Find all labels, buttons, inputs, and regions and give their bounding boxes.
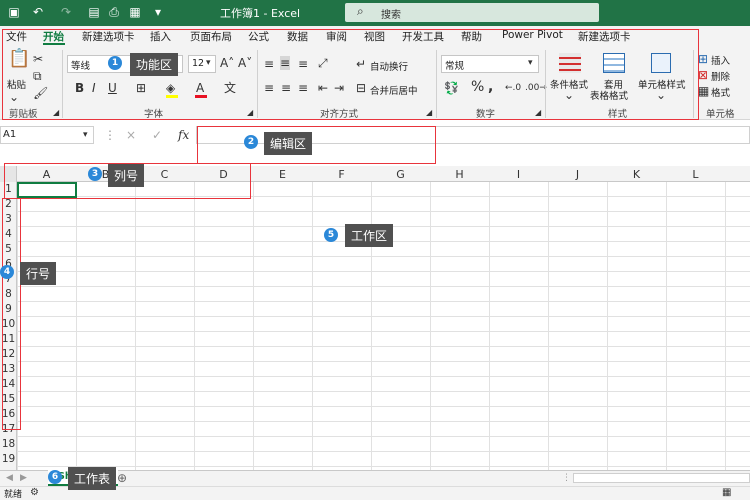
next-sheet-icon[interactable]: ▶ [20,471,27,485]
cancel-icon[interactable]: × [126,128,136,142]
insert-function-icon[interactable]: fx [178,128,189,142]
window-title: 工作簿1 - Excel [220,7,301,20]
column-header[interactable]: E [253,168,312,181]
edit-area-highlight [197,126,436,164]
delete-cells-icon[interactable]: ⊠ [698,68,708,82]
annotation-label-ribbon: 功能区 [130,53,179,76]
name-box-value: A1 [3,129,17,140]
chevron-down-icon: ▾ [83,130,88,140]
insert-cells-icon[interactable]: ⊞ [698,52,708,66]
annotation-badge-1: 1 [108,56,122,70]
column-header[interactable]: L [666,168,725,181]
annotation-badge-3: 3 [88,167,102,181]
annotation-label-column: 列号 [108,164,145,187]
column-header[interactable]: G [371,168,430,181]
column-header[interactable]: J [548,168,607,181]
more-sheets-icon[interactable]: ⋮ [562,471,571,485]
name-box[interactable]: A1 ▾ [0,126,94,144]
enter-icon[interactable]: ✓ [152,128,162,142]
preview-icon[interactable]: ▦ [127,4,143,20]
column-header[interactable]: I [489,168,548,181]
normal-view-icon[interactable]: ▦ [722,486,731,500]
insert-cells-label[interactable]: 插入 [711,53,730,67]
column-header[interactable]: H [430,168,489,181]
search-box[interactable]: ⌕ 搜索 [345,3,599,22]
annotation-label-workspace: 工作区 [345,224,394,247]
row-header[interactable]: 19 [0,453,17,465]
row-header-highlight [2,198,21,430]
cells-group-label: 单元格 [706,109,735,120]
horizontal-scrollbar[interactable] [573,473,750,483]
print-icon[interactable]: ⎙ [106,4,122,20]
add-sheet-icon[interactable]: ⊕ [117,471,127,485]
format-cells-icon[interactable]: ▦ [698,84,709,98]
prev-sheet-icon[interactable]: ◀ [6,471,13,485]
annotation-badge-4: 4 [0,265,14,279]
accessibility-icon[interactable]: ⚙ [30,486,39,500]
annotation-label-edit-area: 编辑区 [264,132,313,155]
redo-icon[interactable]: ↷ [58,4,74,20]
annotation-label-sheet: 工作表 [68,467,117,490]
search-placeholder: 搜索 [381,10,401,21]
undo-icon[interactable]: ↶ [30,4,46,20]
column-header[interactable]: F [312,168,371,181]
search-icon: ⌕ [357,4,364,18]
save-icon[interactable]: ▣ [6,4,22,20]
annotation-label-row: 行号 [20,262,57,285]
annotation-badge-2: 2 [244,135,258,149]
column-header[interactable]: K [607,168,666,181]
annotation-badge-5: 5 [324,228,338,242]
annotation-badge-6: 6 [48,470,62,484]
ribbon-highlight [2,29,699,120]
more-options-icon[interactable]: ⋮ [104,128,116,142]
customize-qat-icon[interactable]: ▾ [150,4,166,20]
format-cells-label[interactable]: 格式 [711,85,730,99]
title-bar: ▣ ↶ ↷ ▤ ⎙ ▦ ▾ 工作簿1 - Excel ⌕ 搜索 [0,0,750,26]
status-ready: 就绪 [4,490,23,500]
form-icon[interactable]: ▤ [86,4,102,20]
row-header[interactable]: 18 [0,438,17,450]
delete-cells-label[interactable]: 删除 [711,69,730,83]
